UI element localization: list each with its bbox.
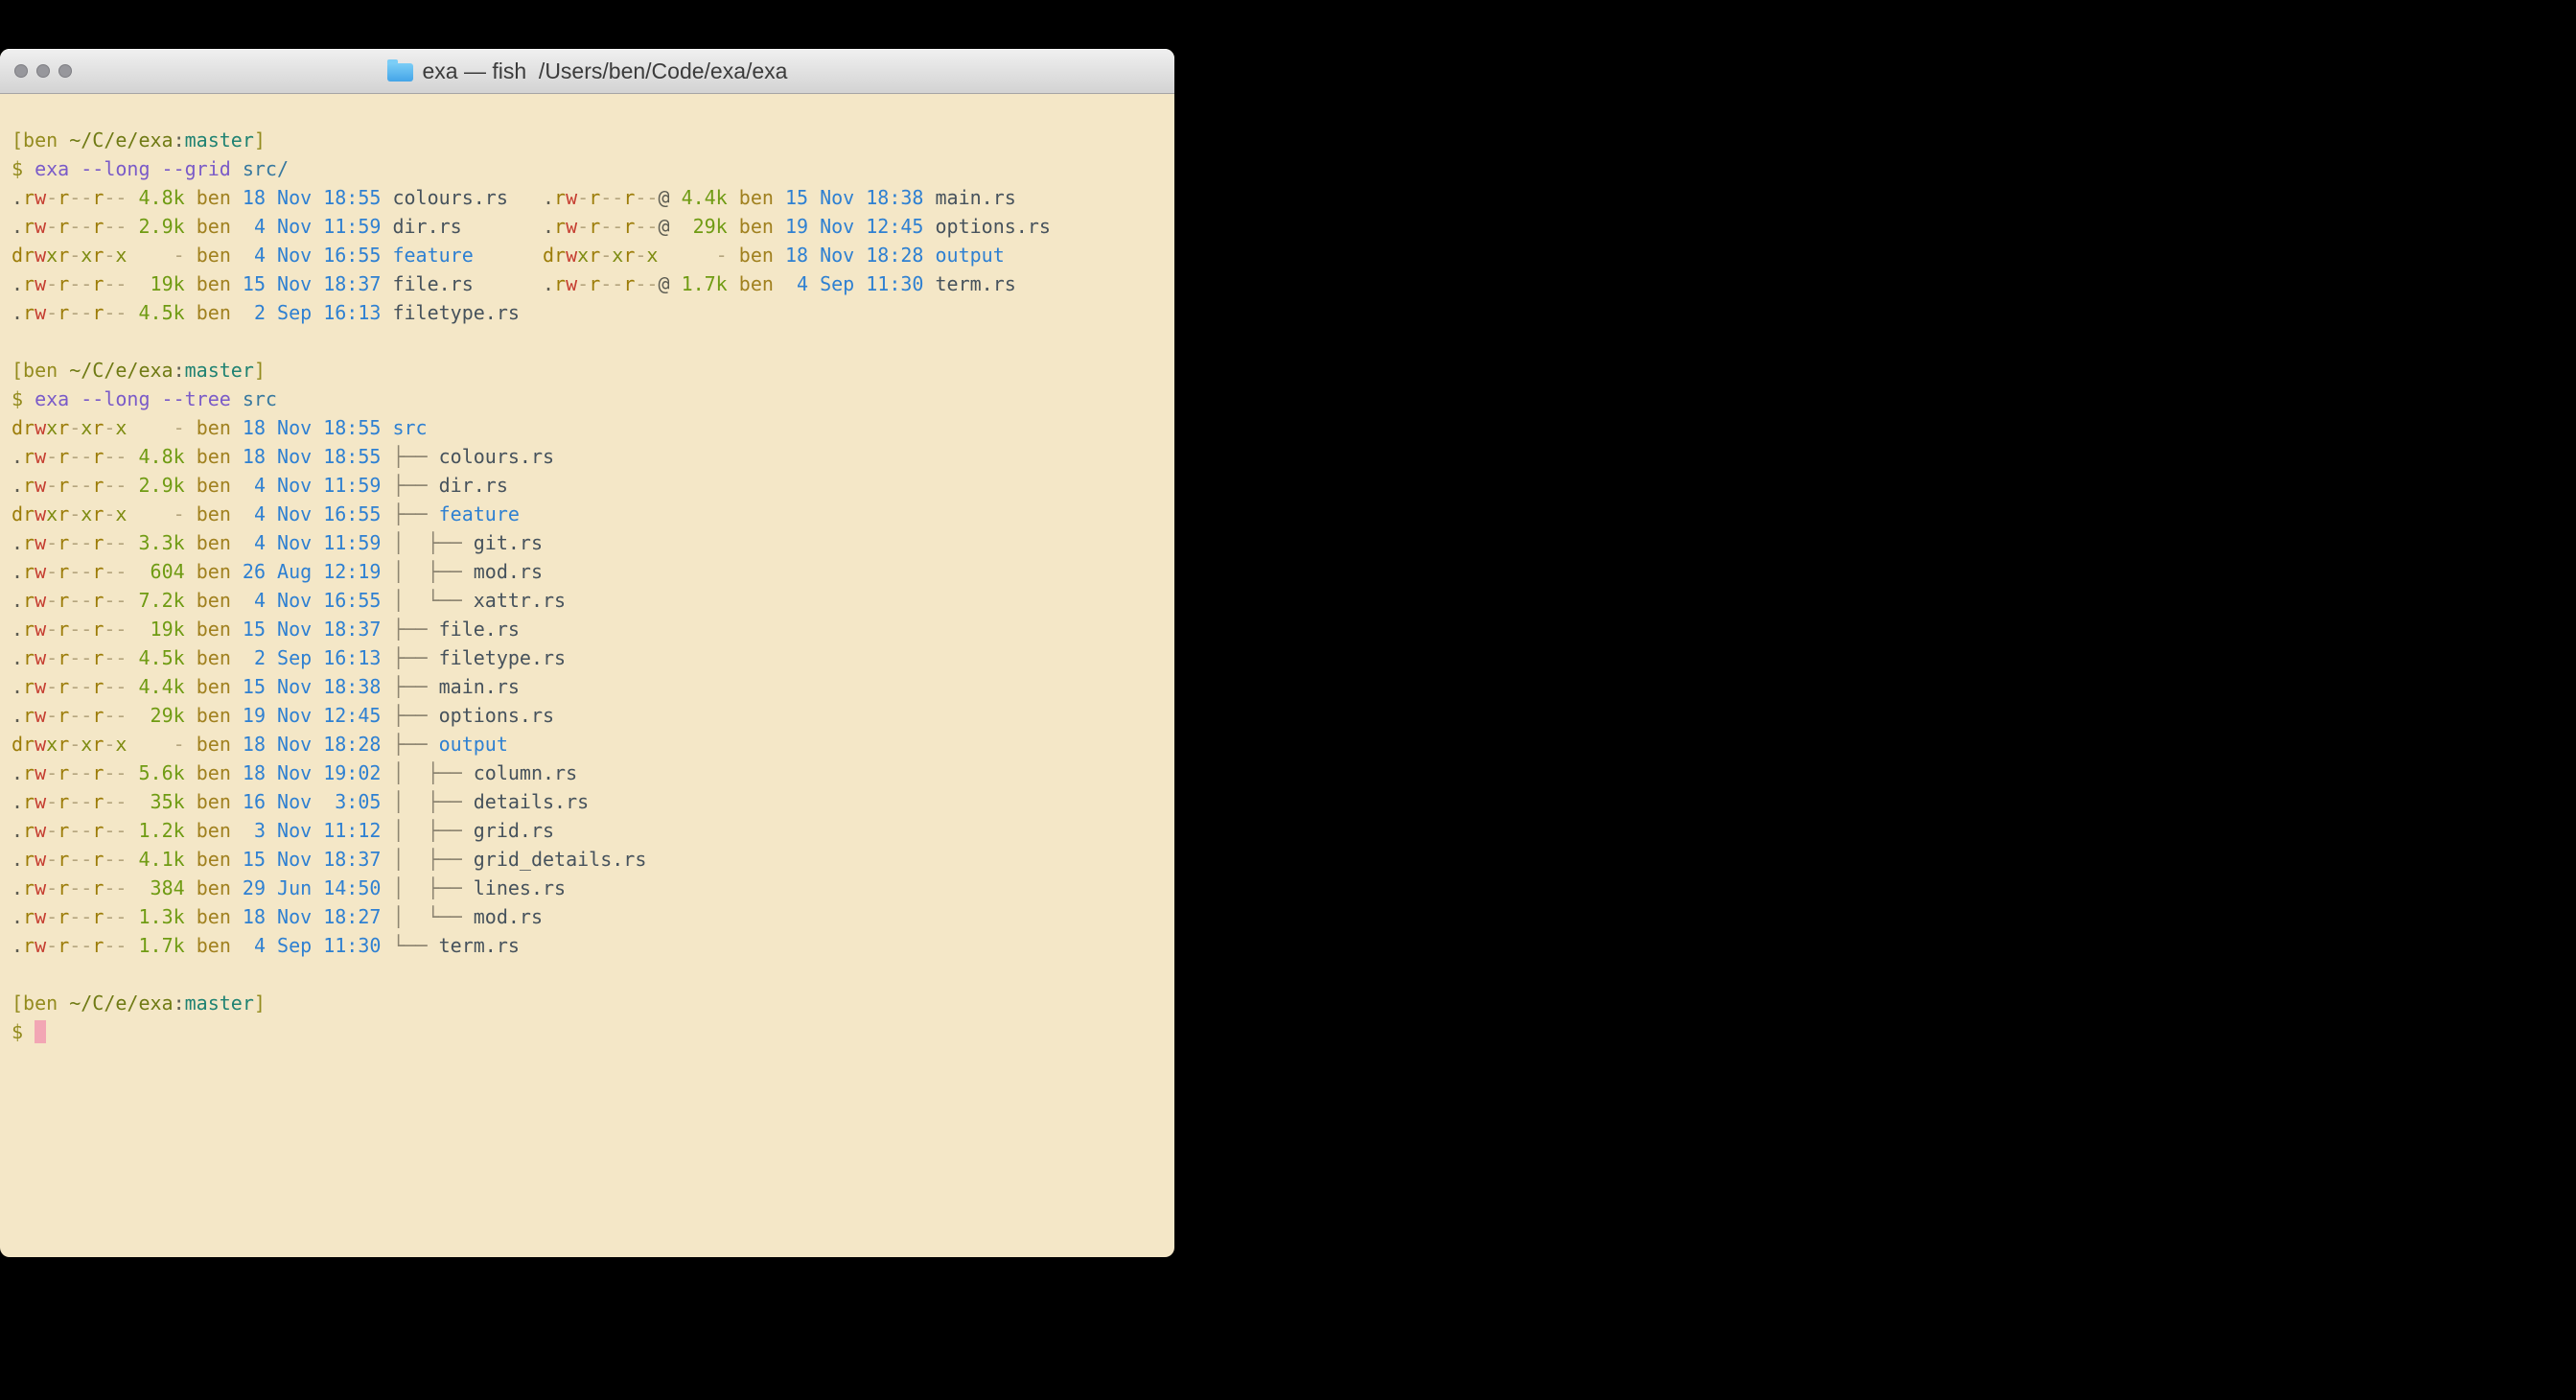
terminal-line: .rw-r--r-- 2.9k ben 4 Nov 11:59 ├── dir.… — [12, 474, 1167, 502]
terminal-line: .rw-r--r-- 384 ben 29 Jun 14:50 │ ├── li… — [12, 876, 1167, 905]
terminal-line: .rw-r--r-- 4.8k ben 18 Nov 18:55 ├── col… — [12, 445, 1167, 474]
window-title: exa — fish /Users/ben/Code/exa/exa — [387, 58, 788, 84]
terminal-line: $ exa --long --tree src — [12, 387, 1167, 416]
terminal-line: $ exa --long --grid src/ — [12, 157, 1167, 186]
terminal-line: [ben ~/C/e/exa:master] — [12, 359, 1167, 387]
terminal-line — [12, 330, 1167, 359]
terminal-line: [ben ~/C/e/exa:master] — [12, 992, 1167, 1020]
terminal-line: .rw-r--r-- 7.2k ben 4 Nov 16:55 │ └── xa… — [12, 589, 1167, 618]
window-title-text: exa — fish /Users/ben/Code/exa/exa — [423, 58, 788, 84]
terminal-line: .rw-r--r-- 4.5k ben 2 Sep 16:13 filetype… — [12, 301, 1167, 330]
terminal-line: .rw-r--r-- 604 ben 26 Aug 12:19 │ ├── mo… — [12, 560, 1167, 589]
window-titlebar[interactable]: exa — fish /Users/ben/Code/exa/exa — [0, 49, 1174, 94]
terminal-output[interactable]: [ben ~/C/e/exa:master]$ exa --long --gri… — [0, 94, 1174, 1049]
terminal-line: .rw-r--r-- 3.3k ben 4 Nov 11:59 │ ├── gi… — [12, 531, 1167, 560]
terminal-line: .rw-r--r-- 4.8k ben 18 Nov 18:55 colours… — [12, 186, 1167, 215]
window-controls — [14, 49, 72, 93]
terminal-line — [12, 963, 1167, 992]
terminal-line: [ben ~/C/e/exa:master] — [12, 128, 1167, 157]
terminal-line: .rw-r--r-- 1.7k ben 4 Sep 11:30 └── term… — [12, 934, 1167, 963]
terminal-line: .rw-r--r-- 2.9k ben 4 Nov 11:59 dir.rs .… — [12, 215, 1167, 244]
zoom-button[interactable] — [58, 64, 72, 78]
terminal-line: .rw-r--r-- 19k ben 15 Nov 18:37 file.rs … — [12, 272, 1167, 301]
terminal-line: .rw-r--r-- 4.5k ben 2 Sep 16:13 ├── file… — [12, 646, 1167, 675]
terminal-line: .rw-r--r-- 4.1k ben 15 Nov 18:37 │ ├── g… — [12, 848, 1167, 876]
terminal-line: drwxr-xr-x - ben 18 Nov 18:55 src — [12, 416, 1167, 445]
terminal-line: .rw-r--r-- 1.2k ben 3 Nov 11:12 │ ├── gr… — [12, 819, 1167, 848]
terminal-line: .rw-r--r-- 5.6k ben 18 Nov 19:02 │ ├── c… — [12, 761, 1167, 790]
terminal-line: .rw-r--r-- 29k ben 19 Nov 12:45 ├── opti… — [12, 704, 1167, 733]
terminal-cursor — [35, 1020, 46, 1043]
minimize-button[interactable] — [36, 64, 50, 78]
terminal-line: drwxr-xr-x - ben 4 Nov 16:55 feature drw… — [12, 244, 1167, 272]
terminal-line: drwxr-xr-x - ben 4 Nov 16:55 ├── feature — [12, 502, 1167, 531]
folder-icon — [387, 63, 413, 82]
terminal-line: drwxr-xr-x - ben 18 Nov 18:28 ├── output — [12, 733, 1167, 761]
terminal-line: .rw-r--r-- 35k ben 16 Nov 3:05 │ ├── det… — [12, 790, 1167, 819]
terminal-window-light: exa — fish /Users/ben/Code/exa/exa [ben … — [0, 49, 1174, 1257]
terminal-line: .rw-r--r-- 4.4k ben 15 Nov 18:38 ├── mai… — [12, 675, 1167, 704]
terminal-line: .rw-r--r-- 19k ben 15 Nov 18:37 ├── file… — [12, 618, 1167, 646]
close-button[interactable] — [14, 64, 28, 78]
terminal-line: .rw-r--r-- 1.3k ben 18 Nov 18:27 │ └── m… — [12, 905, 1167, 934]
terminal-line: $ — [12, 1020, 1167, 1049]
